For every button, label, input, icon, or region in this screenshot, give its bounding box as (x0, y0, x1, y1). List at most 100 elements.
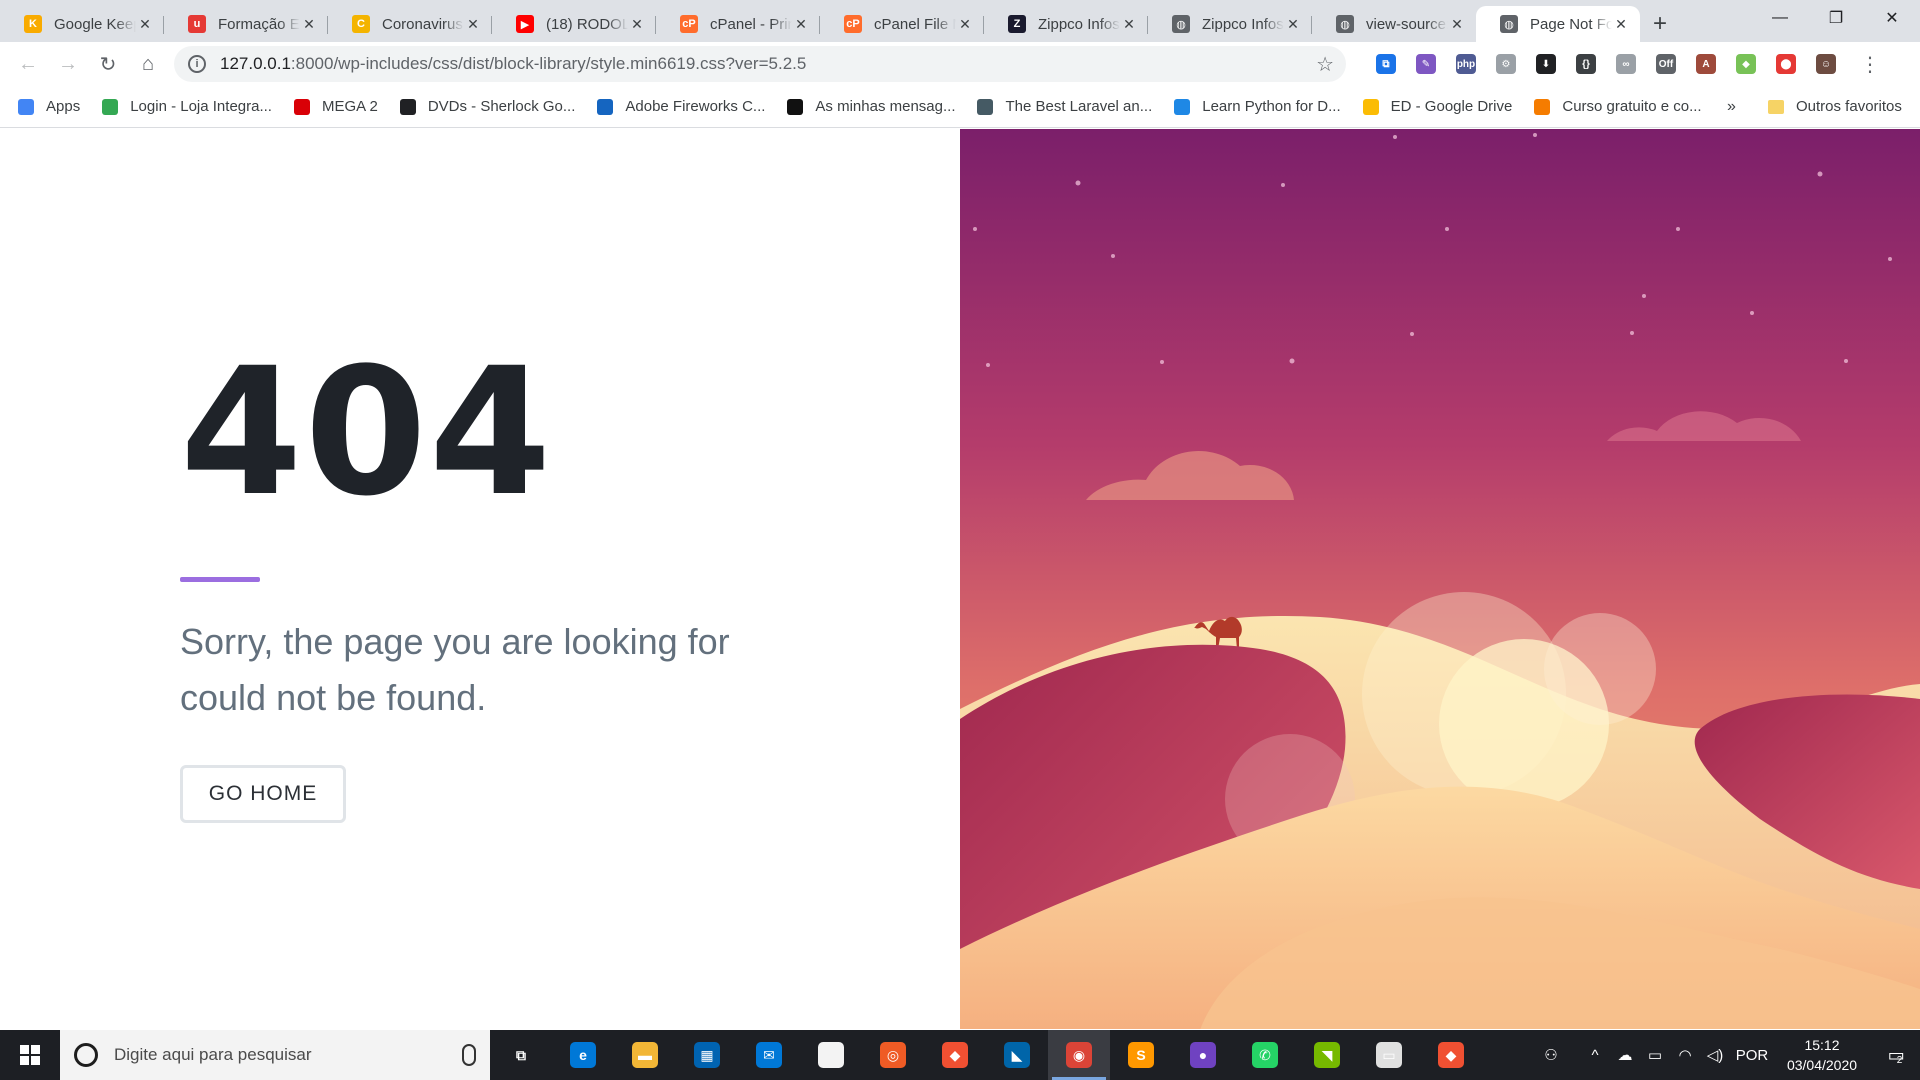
edge-icon[interactable]: e (552, 1030, 614, 1080)
tab-close-icon[interactable]: ✕ (792, 16, 810, 33)
volume-icon[interactable]: ◁) (1700, 1030, 1730, 1080)
task-view-icon[interactable]: ⧉ (490, 1030, 552, 1080)
tab-close-icon[interactable]: ✕ (1448, 16, 1466, 33)
sublime-icon[interactable]: S (1110, 1030, 1172, 1080)
vscode-icon[interactable]: ◣ (986, 1030, 1048, 1080)
tab-9[interactable]: ◍ view-source: ✕ (1312, 6, 1476, 42)
tab-4[interactable]: ▶ (18) RODOLFO✕ (492, 6, 656, 42)
bookmark-item[interactable]: Login - Loja Integra... (102, 98, 272, 115)
tab-7[interactable]: Z Zippco Infos ✕ (984, 6, 1148, 42)
bookmark-item[interactable]: ED - Google Drive (1362, 98, 1512, 115)
tab-close-icon[interactable]: ✕ (628, 16, 646, 33)
clock[interactable]: 15:12 03/04/2020 (1774, 1035, 1870, 1075)
tab-8[interactable]: ◍ Zippco Infos ✕ (1148, 6, 1312, 42)
start-button[interactable] (0, 1030, 60, 1080)
url-host: 127.0.0.1 (220, 54, 291, 73)
home-button[interactable]: ⌂ (128, 46, 168, 82)
show-hidden-icons-button[interactable]: ^ (1580, 1030, 1610, 1080)
page-content: 404 Sorry, the page you are looking for … (0, 129, 1920, 1029)
tab-close-icon[interactable]: ✕ (136, 16, 154, 33)
search-placeholder[interactable]: Digite aqui para pesquisar (114, 1045, 462, 1065)
reload-button[interactable]: ↻ (88, 46, 128, 82)
tab-close-icon[interactable]: ✕ (1284, 16, 1302, 33)
taskbar-search[interactable]: Digite aqui para pesquisar (60, 1030, 490, 1080)
extension-json-icon[interactable]: {} (1566, 48, 1606, 80)
bookmarks-overflow-button[interactable]: » (1727, 98, 1736, 116)
postman-icon[interactable]: ◎ (862, 1030, 924, 1080)
tab-2[interactable]: u Formação Em✕ (164, 6, 328, 42)
tab-1[interactable]: K Google Keep ✕ (0, 6, 164, 42)
minimize-button[interactable]: — (1752, 0, 1808, 36)
back-button[interactable]: ← (8, 46, 48, 82)
bookmark-item[interactable]: Learn Python for D... (1174, 98, 1341, 115)
address-bar[interactable]: i 127.0.0.1:8000/wp-includes/css/dist/bl… (174, 46, 1346, 82)
mega-icon (293, 98, 310, 115)
cortana-icon[interactable] (74, 1043, 98, 1067)
site-info-icon[interactable]: i (188, 55, 206, 73)
extension-link-icon[interactable]: ∞ (1606, 48, 1646, 80)
github-desktop-icon-glyph: ● (1190, 1042, 1216, 1068)
tab-5[interactable]: cP cPanel - Principal✕ (656, 6, 820, 42)
bookmark-item[interactable]: Apps (18, 98, 80, 115)
tab-close-icon[interactable]: ✕ (956, 16, 974, 33)
bookmark-item[interactable]: The Best Laravel an... (977, 98, 1152, 115)
paper-plane-icon (977, 98, 994, 115)
document-icon[interactable] (800, 1030, 862, 1080)
file-explorer-icon[interactable]: ▬ (614, 1030, 676, 1080)
tab-6[interactable]: cP cPanel File Manager✕ (820, 6, 984, 42)
extension-screen-icon-glyph: ⧉ (1376, 54, 1396, 74)
nvidia-icon[interactable]: ◥ (1296, 1030, 1358, 1080)
battery-icon[interactable]: ▭ (1640, 1030, 1670, 1080)
extension-php-icon-glyph: php (1456, 54, 1476, 74)
bookmark-item[interactable]: Adobe Fireworks C... (597, 98, 765, 115)
store-icon[interactable]: ▦ (676, 1030, 738, 1080)
notification-center-button[interactable]: ▭ 2 (1870, 1030, 1920, 1080)
extension-pen-icon[interactable]: ✎ (1406, 48, 1446, 80)
restore-button[interactable]: ❐ (1808, 0, 1864, 36)
git-icon[interactable]: ◆ (924, 1030, 986, 1080)
bookmark-item[interactable]: Curso gratuito e co... (1534, 98, 1702, 115)
bookmark-label: Learn Python for D... (1202, 98, 1341, 115)
github-desktop-icon[interactable]: ● (1172, 1030, 1234, 1080)
tab-close-icon[interactable]: ✕ (300, 16, 318, 33)
tab-10[interactable]: ◍ Page Not Found✕ (1476, 6, 1640, 42)
extension-off-icon[interactable]: Off (1646, 48, 1686, 80)
extension-avatar-icon[interactable]: ☺ (1806, 48, 1846, 80)
chrome-icon[interactable]: ◉ (1048, 1030, 1110, 1080)
car-app-icon[interactable]: ▭ (1358, 1030, 1420, 1080)
microphone-icon[interactable] (462, 1044, 476, 1066)
extension-pdf-icon[interactable]: A (1686, 48, 1726, 80)
git-gui-icon[interactable]: ◆ (1420, 1030, 1482, 1080)
forward-button[interactable]: → (48, 46, 88, 82)
go-home-button[interactable]: GO HOME (180, 765, 346, 823)
extension-screen-icon[interactable]: ⧉ (1366, 48, 1406, 80)
tab-3[interactable]: C Coronavirus ✕ (328, 6, 492, 42)
extension-link-icon-glyph: ∞ (1616, 54, 1636, 74)
browser-menu-button[interactable]: ⋮ (1850, 46, 1890, 82)
extension-download-icon[interactable]: ⬇ (1526, 48, 1566, 80)
accent-divider (180, 577, 260, 582)
extension-gear-icon[interactable]: ⚙ (1486, 48, 1526, 80)
close-window-button[interactable]: ✕ (1864, 0, 1920, 36)
tab-close-icon[interactable]: ✕ (1612, 16, 1630, 33)
extension-php-icon[interactable]: php (1446, 48, 1486, 80)
cube-icon (102, 98, 119, 115)
wifi-icon[interactable]: ◠ (1670, 1030, 1700, 1080)
people-icon[interactable]: ⚇ (1536, 1030, 1566, 1080)
onedrive-icon[interactable]: ☁ (1610, 1030, 1640, 1080)
bookmark-item[interactable]: MEGA 2 (293, 98, 378, 115)
bookmark-star-icon[interactable]: ☆ (1316, 52, 1334, 77)
bookmark-item[interactable]: DVDs - Sherlock Go... (399, 98, 575, 115)
pinned-apps: ⧉ e ▬ ▦ ✉ ◎ ◆ ◣ ◉ S ● ✆ ◥ ▭ ◆ (490, 1030, 1482, 1080)
extension-shield-icon[interactable]: ⬤ (1766, 48, 1806, 80)
tab-close-icon[interactable]: ✕ (464, 16, 482, 33)
mail-icon[interactable]: ✉ (738, 1030, 800, 1080)
whatsapp-icon[interactable]: ✆ (1234, 1030, 1296, 1080)
tab-close-icon[interactable]: ✕ (1120, 16, 1138, 33)
new-tab-button[interactable]: + (1640, 6, 1680, 42)
bookmark-item[interactable]: As minhas mensag... (787, 98, 955, 115)
language-indicator[interactable]: POR (1730, 1030, 1774, 1080)
extension-android-icon[interactable]: ◆ (1726, 48, 1766, 80)
url-text[interactable]: 127.0.0.1:8000/wp-includes/css/dist/bloc… (220, 54, 1316, 74)
other-bookmarks-folder[interactable]: Outros favoritos (1768, 98, 1902, 115)
